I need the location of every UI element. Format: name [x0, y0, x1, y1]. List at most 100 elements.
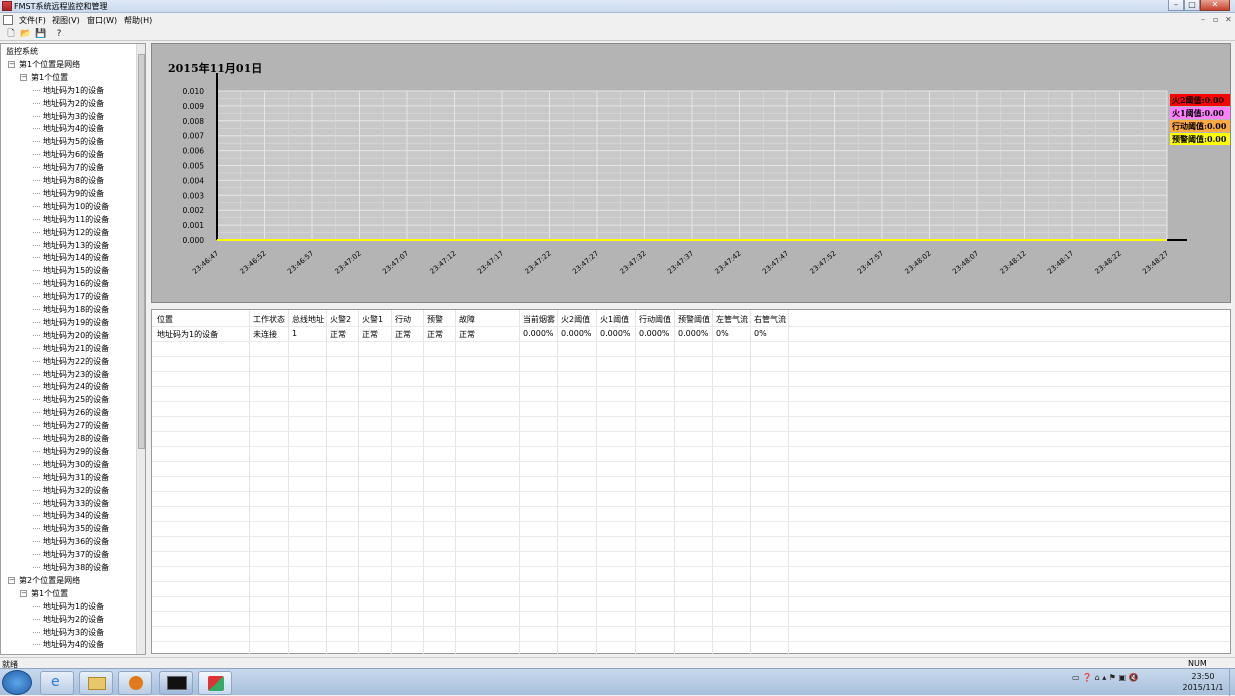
tree-scroll-thumb[interactable] — [138, 54, 145, 449]
menu-view[interactable]: 视图(V) — [52, 15, 80, 26]
device-status-table[interactable]: 位置 工作状态 总线地址 火警2 火警1 行动 预警 故障 当前烟雾 火2阈值 火1阈值 行动阈值 预警… — [151, 309, 1231, 655]
tree-device-node[interactable]: 地址码为28的设备 — [43, 433, 109, 444]
tree-network-node[interactable]: 第1个位置是网络 — [19, 59, 80, 70]
tree-device-node[interactable]: 地址码为9的设备 — [43, 188, 104, 199]
tree-device-node[interactable]: 地址码为24的设备 — [43, 381, 109, 392]
tree-device-node[interactable]: 地址码为10的设备 — [43, 201, 109, 212]
tree-root[interactable]: 监控系统 — [6, 46, 38, 57]
device-tree[interactable]: 监控系统 − 第1个位置是网络 − 第1个位置 地址码为1的设备 地址码为2的设备 地址码为3… — [0, 43, 146, 655]
tree-collapse-toggle[interactable]: − — [8, 576, 15, 584]
open-folder-icon[interactable]: 📂 — [20, 28, 32, 40]
file-explorer-icon[interactable] — [79, 671, 113, 695]
show-desktop-button[interactable] — [1229, 669, 1235, 696]
table-cell[interactable]: 0.000% — [639, 329, 670, 338]
tree-device-node[interactable]: 地址码为18的设备 — [43, 304, 109, 315]
menu-window[interactable]: 窗口(W) — [87, 15, 117, 26]
mdi-close-button[interactable]: ✕ — [1225, 15, 1232, 24]
tree-network-node[interactable]: 第2个位置是网络 — [19, 575, 80, 586]
tree-device-node[interactable]: 地址码为17的设备 — [43, 291, 109, 302]
tree-device-node[interactable]: 地址码为22的设备 — [43, 356, 109, 367]
tree-device-node[interactable]: 地址码为32的设备 — [43, 485, 109, 496]
new-document-icon[interactable]: 🗋 — [5, 28, 17, 40]
mdi-minimize-button[interactable]: – — [1201, 15, 1205, 24]
menu-file[interactable]: 文件(F) — [19, 15, 46, 26]
tree-device-node[interactable]: 地址码为20的设备 — [43, 330, 109, 341]
maximize-button[interactable]: □ — [1184, 0, 1200, 11]
column-header[interactable]: 火1阈值 — [600, 314, 629, 325]
tree-device-node[interactable]: 地址码为19的设备 — [43, 317, 109, 328]
minimize-button[interactable]: – — [1168, 0, 1184, 11]
tree-device-node[interactable]: 地址码为34的设备 — [43, 510, 109, 521]
tree-device-node[interactable]: 地址码为16的设备 — [43, 278, 109, 289]
tree-device-node[interactable]: 地址码为26的设备 — [43, 407, 109, 418]
tree-location-node[interactable]: 第1个位置 — [31, 588, 68, 599]
tree-device-node[interactable]: 地址码为35的设备 — [43, 523, 109, 534]
tree-device-node[interactable]: 地址码为31的设备 — [43, 472, 109, 483]
table-cell[interactable]: 正常 — [459, 329, 475, 340]
tree-device-node[interactable]: 地址码为4的设备 — [43, 639, 104, 650]
column-header[interactable]: 预警 — [427, 314, 443, 325]
column-header[interactable]: 行动阈值 — [639, 314, 671, 325]
column-header[interactable]: 预警阈值 — [678, 314, 710, 325]
tree-device-node[interactable]: 地址码为11的设备 — [43, 214, 109, 225]
table-cell[interactable]: 未连接 — [253, 329, 277, 340]
table-cell[interactable]: 0.000% — [678, 329, 709, 338]
internet-explorer-icon[interactable]: e — [40, 671, 74, 695]
title-bar[interactable]: FMST系统远程监控和管理 – □ ✕ — [0, 0, 1235, 13]
tree-location-node[interactable]: 第1个位置 — [31, 72, 68, 83]
tree-device-node[interactable]: 地址码为23的设备 — [43, 369, 109, 380]
tree-device-node[interactable]: 地址码为25的设备 — [43, 394, 109, 405]
app-icon[interactable] — [2, 1, 12, 11]
start-button[interactable] — [2, 670, 32, 695]
tree-device-node[interactable]: 地址码为1的设备 — [43, 601, 104, 612]
table-cell[interactable]: 地址码为1的设备 — [157, 329, 218, 340]
tree-device-node[interactable]: 地址码为4的设备 — [43, 123, 104, 134]
tree-device-node[interactable]: 地址码为27的设备 — [43, 420, 109, 431]
column-header[interactable]: 工作状态 — [253, 314, 285, 325]
tree-device-node[interactable]: 地址码为12的设备 — [43, 227, 109, 238]
column-header[interactable]: 当前烟雾 — [523, 314, 555, 325]
table-cell[interactable]: 正常 — [362, 329, 378, 340]
help-icon[interactable]: ? — [53, 28, 65, 40]
column-header[interactable]: 行动 — [395, 314, 411, 325]
tree-device-node[interactable]: 地址码为3的设备 — [43, 111, 104, 122]
column-header[interactable]: 故障 — [459, 314, 475, 325]
column-header[interactable]: 火警1 — [362, 314, 383, 325]
tree-device-node[interactable]: 地址码为15的设备 — [43, 265, 109, 276]
tree-device-node[interactable]: 地址码为3的设备 — [43, 627, 104, 638]
tree-device-node[interactable]: 地址码为36的设备 — [43, 536, 109, 547]
tree-device-node[interactable]: 地址码为38的设备 — [43, 562, 109, 573]
column-header[interactable]: 左管气流 — [716, 314, 748, 325]
tree-collapse-toggle[interactable]: − — [20, 73, 27, 81]
mdi-restore-button[interactable]: ▫ — [1213, 15, 1218, 24]
table-cell[interactable]: 0.000% — [523, 329, 554, 338]
tree-device-node[interactable]: 地址码为7的设备 — [43, 162, 104, 173]
close-button[interactable]: ✕ — [1200, 0, 1230, 11]
table-cell[interactable]: 0% — [754, 329, 767, 338]
tree-device-node[interactable]: 地址码为2的设备 — [43, 98, 104, 109]
tree-collapse-toggle[interactable]: − — [8, 60, 15, 68]
tree-collapse-toggle[interactable]: − — [20, 589, 27, 597]
clock[interactable]: 23:50 2015/11/1 — [1180, 671, 1226, 693]
column-header[interactable]: 总线地址 — [292, 314, 324, 325]
tree-device-node[interactable]: 地址码为29的设备 — [43, 446, 109, 457]
table-cell[interactable]: 正常 — [427, 329, 443, 340]
column-header[interactable]: 火2阈值 — [561, 314, 590, 325]
table-cell[interactable]: 0.000% — [600, 329, 631, 338]
tree-device-node[interactable]: 地址码为5的设备 — [43, 136, 104, 147]
system-tray[interactable]: ▭ ❓ ⌂ ▴ ⚑ ▣ 🔇 — [1072, 673, 1139, 682]
menu-help[interactable]: 帮助(H) — [124, 15, 152, 26]
media-player-icon[interactable] — [118, 671, 152, 695]
tree-device-node[interactable]: 地址码为30的设备 — [43, 459, 109, 470]
table-cell[interactable]: 正常 — [395, 329, 411, 340]
tree-device-node[interactable]: 地址码为37的设备 — [43, 549, 109, 560]
table-cell[interactable]: 0.000% — [561, 329, 592, 338]
document-icon[interactable] — [3, 15, 13, 25]
tree-device-node[interactable]: 地址码为8的设备 — [43, 175, 104, 186]
tree-device-node[interactable]: 地址码为13的设备 — [43, 240, 109, 251]
command-prompt-icon[interactable] — [159, 671, 193, 695]
table-cell[interactable]: 0% — [716, 329, 729, 338]
table-cell[interactable]: 正常 — [330, 329, 346, 340]
column-header[interactable]: 位置 — [157, 314, 173, 325]
column-header[interactable]: 火警2 — [330, 314, 351, 325]
